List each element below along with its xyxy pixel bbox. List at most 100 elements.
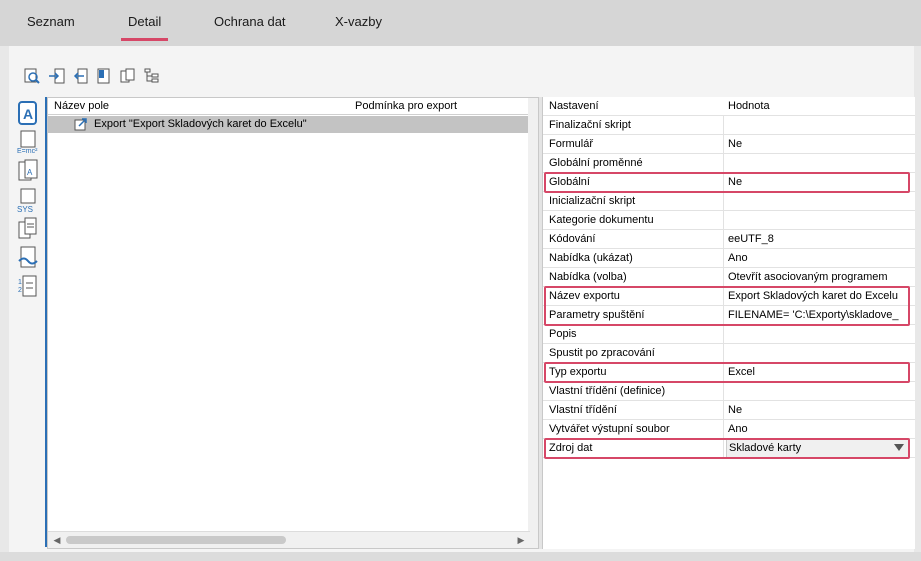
settings-grid: Nastavení Hodnota Finalizační skript Form… bbox=[542, 97, 915, 549]
tab-seznam[interactable]: Seznam bbox=[27, 14, 75, 38]
setting-row[interactable]: Vlastní třídění (definice) bbox=[543, 382, 915, 401]
setting-row[interactable]: Vytvářet výstupní soubor Ano bbox=[543, 420, 915, 439]
setting-row[interactable]: Název exportu Export Skladových karet do … bbox=[543, 287, 915, 306]
setting-row[interactable]: Nabídka (volba) Otevřít asociovaným progr… bbox=[543, 268, 915, 287]
setting-row[interactable]: Popis bbox=[543, 325, 915, 344]
text-field-icon[interactable]: A bbox=[15, 99, 41, 127]
vertical-scrollbar[interactable] bbox=[528, 98, 538, 548]
setting-value[interactable]: Excel bbox=[728, 366, 908, 378]
svg-text:SYS: SYS bbox=[17, 205, 33, 213]
setting-row[interactable]: Vlastní třídění Ne bbox=[543, 401, 915, 420]
svg-text:E=mc²: E=mc² bbox=[17, 148, 38, 155]
tree-icon[interactable] bbox=[142, 66, 162, 86]
sort-icon[interactable]: 12 bbox=[15, 273, 41, 301]
column-divider bbox=[723, 173, 724, 192]
tab-ochrana-dat[interactable]: Ochrana dat bbox=[214, 14, 286, 38]
setting-name: Globální bbox=[549, 176, 590, 188]
column-header-field-name[interactable]: Název pole bbox=[54, 100, 109, 112]
setting-name: Inicializační skript bbox=[549, 195, 636, 207]
column-divider bbox=[723, 230, 724, 249]
field-type-sidebar: A E=mc² A SYS 12 bbox=[9, 97, 46, 547]
copy-icon[interactable] bbox=[118, 66, 138, 86]
data-source-dropdown[interactable]: Skladové karty bbox=[726, 439, 908, 457]
copy-document-icon[interactable] bbox=[15, 215, 41, 243]
setting-value[interactable]: FILENAME= 'C:\Exporty\skladove_ bbox=[728, 309, 908, 321]
tab-detail[interactable]: Detail bbox=[121, 14, 169, 41]
scrollbar-thumb[interactable] bbox=[66, 536, 286, 544]
column-header-value[interactable]: Hodnota bbox=[728, 100, 908, 112]
setting-name: Finalizační skript bbox=[549, 119, 631, 131]
setting-row[interactable]: Kódování eeUTF_8 bbox=[543, 230, 915, 249]
insert-field-icon[interactable] bbox=[47, 66, 67, 86]
link-document-icon[interactable] bbox=[15, 244, 41, 272]
column-divider bbox=[723, 344, 724, 363]
setting-row[interactable]: Finalizační skript bbox=[543, 116, 915, 135]
export-fields-grid: Název pole Podmínka pro export Export "E… bbox=[47, 97, 539, 549]
column-divider bbox=[723, 306, 724, 325]
column-divider bbox=[723, 439, 724, 458]
column-header-export-condition[interactable]: Podmínka pro export bbox=[355, 100, 457, 112]
setting-name: Popis bbox=[549, 328, 577, 340]
column-divider bbox=[723, 420, 724, 439]
setting-row[interactable]: Parametry spuštění FILENAME= 'C:\Exporty\… bbox=[543, 306, 915, 325]
column-divider bbox=[723, 363, 724, 382]
column-divider bbox=[723, 192, 724, 211]
remove-field-icon[interactable] bbox=[70, 66, 90, 86]
label-icon[interactable]: A bbox=[15, 157, 41, 185]
svg-text:1: 1 bbox=[18, 279, 22, 286]
setting-value[interactable]: Ano bbox=[728, 423, 908, 435]
setting-value[interactable]: Otevřít asociovaným programem bbox=[728, 271, 908, 283]
setting-name: Vytvářet výstupní soubor bbox=[549, 423, 670, 435]
setting-row[interactable]: Typ exportu Excel bbox=[543, 363, 915, 382]
setting-name: Nabídka (volba) bbox=[549, 271, 627, 283]
column-divider bbox=[723, 287, 724, 306]
setting-value[interactable]: Ne bbox=[728, 404, 908, 416]
svg-text:2: 2 bbox=[18, 287, 22, 294]
setting-value[interactable]: Ne bbox=[728, 138, 908, 150]
setting-row[interactable]: Globální Ne bbox=[543, 173, 915, 192]
setting-name: Parametry spuštění bbox=[549, 309, 645, 321]
column-divider bbox=[723, 211, 724, 230]
setting-row[interactable]: Zdroj dat Skladové karty bbox=[543, 439, 915, 458]
scroll-right-icon[interactable]: ▶ bbox=[516, 535, 526, 545]
tree-row-export[interactable]: Export "Export Skladových karet do Excel… bbox=[48, 116, 530, 133]
setting-row[interactable]: Globální proměnné bbox=[543, 154, 915, 173]
setting-row[interactable]: Inicializační skript bbox=[543, 192, 915, 211]
setting-name: Typ exportu bbox=[549, 366, 607, 378]
formula-icon[interactable]: E=mc² bbox=[15, 128, 41, 156]
setting-value[interactable]: Ano bbox=[728, 252, 908, 264]
svg-text:A: A bbox=[23, 106, 33, 122]
setting-name: Kategorie dokumentu bbox=[549, 214, 654, 226]
export-icon bbox=[74, 117, 88, 131]
setting-name: Vlastní třídění bbox=[549, 404, 617, 416]
setting-row[interactable]: Kategorie dokumentu bbox=[543, 211, 915, 230]
bookmark-icon[interactable] bbox=[94, 66, 114, 86]
column-divider bbox=[723, 135, 724, 154]
scroll-left-icon[interactable]: ◀ bbox=[52, 535, 62, 545]
setting-row[interactable]: Formulář Ne bbox=[543, 135, 915, 154]
detail-panel: A E=mc² A SYS 12 Název pole Podmínka pro… bbox=[9, 46, 915, 552]
column-header-setting[interactable]: Nastavení bbox=[549, 100, 599, 112]
setting-row[interactable]: Spustit po zpracování bbox=[543, 344, 915, 363]
grid-header: Název pole Podmínka pro export bbox=[48, 98, 538, 115]
tab-x-vazby[interactable]: X-vazby bbox=[335, 14, 382, 38]
chevron-down-icon[interactable] bbox=[894, 444, 904, 451]
column-divider bbox=[723, 268, 724, 287]
setting-name: Formulář bbox=[549, 138, 594, 150]
setting-row[interactable]: Nabídka (ukázat) Ano bbox=[543, 249, 915, 268]
svg-text:A: A bbox=[27, 168, 33, 177]
system-variable-icon[interactable]: SYS bbox=[15, 186, 41, 214]
settings-header: Nastavení Hodnota bbox=[543, 97, 915, 116]
setting-name: Název exportu bbox=[549, 290, 620, 302]
find-icon[interactable] bbox=[22, 66, 42, 86]
column-divider bbox=[723, 249, 724, 268]
column-divider bbox=[723, 401, 724, 420]
setting-value[interactable]: Ne bbox=[728, 176, 908, 188]
setting-value[interactable]: eeUTF_8 bbox=[728, 233, 908, 245]
setting-value: Skladové karty bbox=[729, 442, 802, 454]
setting-name: Zdroj dat bbox=[549, 442, 593, 454]
column-divider bbox=[723, 116, 724, 135]
tree-row-label: Export "Export Skladových karet do Excel… bbox=[94, 118, 307, 130]
horizontal-scrollbar[interactable]: ◀ ▶ bbox=[48, 531, 530, 548]
setting-value[interactable]: Export Skladových karet do Excelu bbox=[728, 290, 908, 302]
